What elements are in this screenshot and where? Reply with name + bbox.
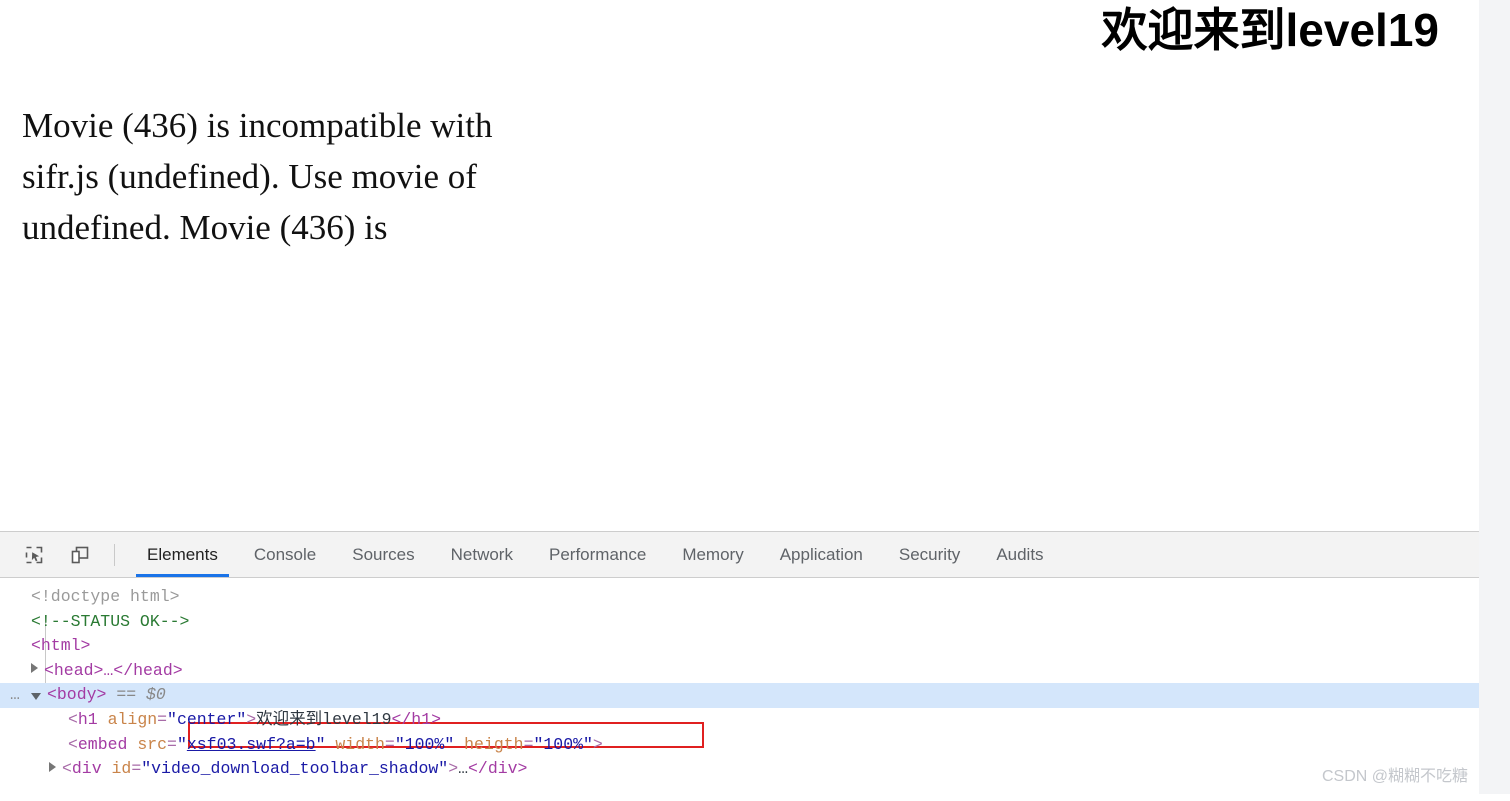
embed-height-name: heigth (464, 734, 524, 754)
embed-src-quote-close: " (315, 734, 326, 754)
h1-close-bracket: > (246, 709, 257, 729)
tab-memory[interactable]: Memory (664, 532, 761, 577)
tab-application[interactable]: Application (762, 532, 881, 577)
embed-open-bracket: < (68, 734, 78, 754)
comment-text: <!--STATUS OK--> (31, 611, 190, 631)
div-attr-name: id (111, 759, 132, 779)
browser-page-viewport: 欢迎来到level19 Movie (436) is incompatible … (0, 0, 1479, 530)
inspect-element-icon[interactable] (18, 540, 50, 570)
tab-audits[interactable]: Audits (978, 532, 1061, 577)
devtools-panel: Elements Console Sources Network Perform… (0, 531, 1479, 795)
dom-line-embed[interactable]: <embed src="xsf03.swf?a=b" width="100%" … (0, 733, 1479, 758)
tab-security[interactable]: Security (881, 532, 978, 577)
embed-src-link[interactable]: xsf03.swf?a=b (187, 735, 316, 754)
div-attr-eq: = (131, 759, 142, 779)
div-closing-tag: </div> (468, 759, 528, 779)
embed-width-name: width (335, 734, 385, 754)
h1-attr-name: align (107, 709, 158, 729)
toolbar-divider (114, 543, 115, 566)
csdn-watermark: CSDN @糊糊不吃糖 (1322, 768, 1469, 785)
h1-attr-value: "center" (167, 709, 247, 729)
embed-width-value: "100%" (394, 734, 455, 754)
dom-line-comment[interactable]: <!--STATUS OK--> (0, 610, 1479, 635)
tab-elements[interactable]: Elements (129, 532, 236, 577)
div-close-bracket: > (448, 759, 459, 779)
devtools-toolbar: Elements Console Sources Network Perform… (0, 532, 1479, 578)
doctype-text: <!doctype html> (31, 587, 180, 606)
div-tag-name: div (71, 759, 102, 779)
embed-tag-name: embed (77, 734, 128, 754)
dom-overflow-ellipsis: … (10, 685, 21, 705)
selected-node-marker: == $0 (116, 685, 166, 705)
div-open-bracket: < (62, 759, 72, 779)
dom-line-body[interactable]: … <body> == $0 (0, 683, 1479, 708)
chevron-down-icon[interactable] (31, 692, 41, 700)
h1-attr-eq: = (157, 709, 168, 729)
head-tag: <head>…</head> (44, 660, 183, 680)
chevron-right-icon[interactable] (49, 761, 56, 772)
html-tag: <html> (31, 636, 91, 656)
embed-src-quote-open: " (176, 734, 187, 754)
tab-sources[interactable]: Sources (334, 532, 432, 577)
device-toolbar-icon[interactable] (64, 540, 96, 570)
chevron-right-icon[interactable] (31, 663, 38, 674)
body-tag: <body> (47, 685, 107, 705)
embed-height-value: "100%" (533, 734, 593, 754)
embed-error-message: Movie (436) is incompatible with sifr.js… (22, 106, 493, 247)
dom-line-h1[interactable]: <h1 align="center">欢迎来到level19</h1> (0, 708, 1479, 733)
page-title: 欢迎来到level19 (1101, 4, 1439, 56)
tab-console[interactable]: Console (236, 532, 334, 577)
embed-close-bracket: > (592, 734, 603, 754)
div-inner-ellipsis: … (458, 759, 469, 779)
div-attr-value: "video_download_toolbar_shadow" (141, 759, 449, 779)
h1-closing-tag: </h1> (391, 709, 441, 729)
dom-line-html[interactable]: <html> (0, 634, 1479, 659)
embed-src-eq: = (167, 734, 177, 754)
dom-line-div[interactable]: <div id="video_download_toolbar_shadow">… (0, 757, 1479, 782)
h1-tag-name: h1 (77, 709, 98, 729)
devtools-tab-bar: Elements Console Sources Network Perform… (129, 532, 1062, 577)
h1-text-content: 欢迎来到level19 (256, 709, 392, 729)
flash-embed-region: Movie (436) is incompatible with sifr.js… (0, 100, 560, 343)
tab-performance[interactable]: Performance (531, 532, 664, 577)
right-gutter-strip (1479, 0, 1510, 794)
h1-open-bracket: < (68, 709, 78, 729)
dom-tree[interactable]: <!doctype html> <!--STATUS OK--> <html> … (0, 578, 1479, 801)
embed-src-name: src (137, 734, 168, 754)
dom-line-head[interactable]: <head>…</head> (0, 659, 1479, 684)
dom-line-doctype[interactable]: <!doctype html> (0, 585, 1479, 610)
tab-network[interactable]: Network (433, 532, 531, 577)
